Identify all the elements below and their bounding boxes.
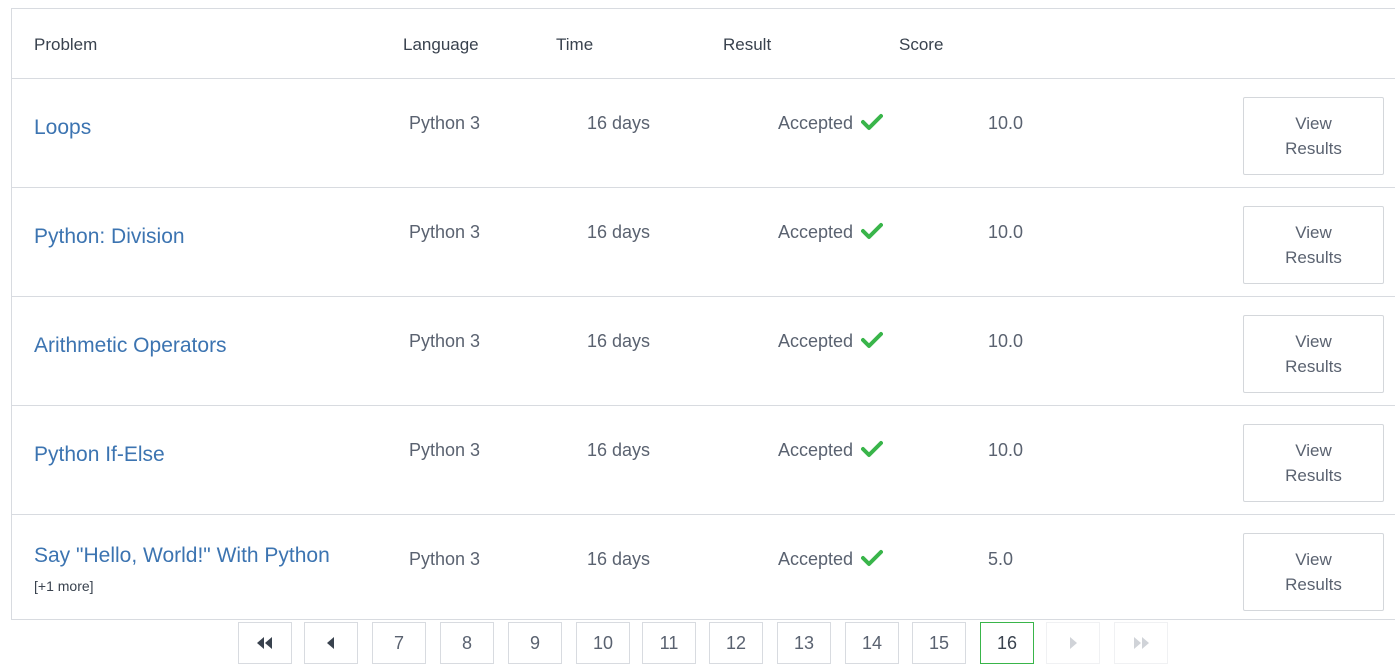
result-cell: Accepted xyxy=(778,549,884,570)
chevron-left-icon xyxy=(327,637,334,649)
score-cell: 10.0 xyxy=(988,222,1024,242)
last-page-button xyxy=(1114,622,1168,664)
view-results-label-line1: View xyxy=(1295,441,1332,460)
view-results-label-line2: Results xyxy=(1285,248,1342,267)
col-header-problem: Problem xyxy=(34,35,98,54)
view-results-button[interactable]: View Results xyxy=(1243,97,1384,175)
view-results-label-line2: Results xyxy=(1285,466,1342,485)
double-chevron-left-icon xyxy=(257,637,272,649)
view-results-label-line2: Results xyxy=(1285,357,1342,376)
submissions-table: Problem Language Time Result Score Loops… xyxy=(11,8,1395,620)
view-results-label-line1: View xyxy=(1295,223,1332,242)
page-button-current[interactable]: 16 xyxy=(980,622,1034,664)
check-icon xyxy=(861,223,884,239)
language-cell: Python 3 xyxy=(409,331,481,351)
time-cell: 16 days xyxy=(587,440,651,460)
view-results-button[interactable]: View Results xyxy=(1243,315,1384,393)
prev-page-button[interactable] xyxy=(304,622,358,664)
language-cell: Python 3 xyxy=(409,440,481,460)
table-row: Python If-Else Python 3 16 days Accepted… xyxy=(12,406,1395,515)
page-button-9[interactable]: 9 xyxy=(508,622,562,664)
problem-cell: Say "Hello, World!" With Python [+1 more… xyxy=(34,541,334,601)
language-cell: Python 3 xyxy=(409,222,481,242)
score-cell: 10.0 xyxy=(988,113,1024,133)
score-cell: 10.0 xyxy=(988,331,1024,351)
page-button-10[interactable]: 10 xyxy=(576,622,630,664)
page-button-12[interactable]: 12 xyxy=(709,622,763,664)
table-row: Loops Python 3 16 days Accepted 10.0 Vie… xyxy=(12,79,1395,188)
page-button-8[interactable]: 8 xyxy=(440,622,494,664)
col-header-language: Language xyxy=(403,35,479,54)
page-button-7[interactable]: 7 xyxy=(372,622,426,664)
col-header-score: Score xyxy=(899,35,944,54)
view-results-button[interactable]: View Results xyxy=(1243,533,1384,611)
col-header-time: Time xyxy=(556,35,594,54)
time-cell: 16 days xyxy=(587,549,651,569)
page-button-15[interactable]: 15 xyxy=(912,622,966,664)
table-row: Python: Division Python 3 16 days Accept… xyxy=(12,188,1395,297)
check-icon xyxy=(861,332,884,348)
score-cell: 5.0 xyxy=(988,549,1014,569)
next-page-button xyxy=(1046,622,1100,664)
result-text: Accepted xyxy=(778,113,854,133)
view-results-label-line2: Results xyxy=(1285,575,1342,594)
result-cell: Accepted xyxy=(778,331,884,352)
result-cell: Accepted xyxy=(778,113,884,134)
col-header-result: Result xyxy=(723,35,772,54)
problem-link[interactable]: Python: Division xyxy=(34,222,334,251)
chevron-right-icon xyxy=(1070,637,1077,649)
check-icon xyxy=(861,114,884,130)
first-page-button[interactable] xyxy=(238,622,292,664)
result-text: Accepted xyxy=(778,549,854,569)
table-row: Say "Hello, World!" With Python [+1 more… xyxy=(12,515,1395,624)
result-text: Accepted xyxy=(778,331,854,351)
problem-link[interactable]: Arithmetic Operators xyxy=(34,331,334,360)
table-header: Problem Language Time Result Score xyxy=(12,9,1395,79)
result-cell: Accepted xyxy=(778,222,884,243)
more-tag: [+1 more] xyxy=(34,578,94,594)
view-results-label-line2: Results xyxy=(1285,139,1342,158)
view-results-label-line1: View xyxy=(1295,114,1332,133)
problem-link[interactable]: Loops xyxy=(34,113,334,142)
table-row: Arithmetic Operators Python 3 16 days Ac… xyxy=(12,297,1395,406)
view-results-label-line1: View xyxy=(1295,332,1332,351)
check-icon xyxy=(861,550,884,566)
view-results-button[interactable]: View Results xyxy=(1243,424,1384,502)
time-cell: 16 days xyxy=(587,222,651,242)
result-text: Accepted xyxy=(778,222,854,242)
page-button-13[interactable]: 13 xyxy=(777,622,831,664)
problem-link[interactable]: Say "Hello, World!" With Python xyxy=(34,544,330,567)
view-results-label-line1: View xyxy=(1295,550,1332,569)
problem-link[interactable]: Python If-Else xyxy=(34,440,334,469)
check-icon xyxy=(861,441,884,457)
view-results-button[interactable]: View Results xyxy=(1243,206,1384,284)
language-cell: Python 3 xyxy=(409,549,481,569)
double-chevron-right-icon xyxy=(1134,637,1149,649)
language-cell: Python 3 xyxy=(409,113,481,133)
page-button-14[interactable]: 14 xyxy=(845,622,899,664)
time-cell: 16 days xyxy=(587,331,651,351)
page-button-11[interactable]: 11 xyxy=(642,622,696,664)
score-cell: 10.0 xyxy=(988,440,1024,460)
result-cell: Accepted xyxy=(778,440,884,461)
time-cell: 16 days xyxy=(587,113,651,133)
result-text: Accepted xyxy=(778,440,854,460)
